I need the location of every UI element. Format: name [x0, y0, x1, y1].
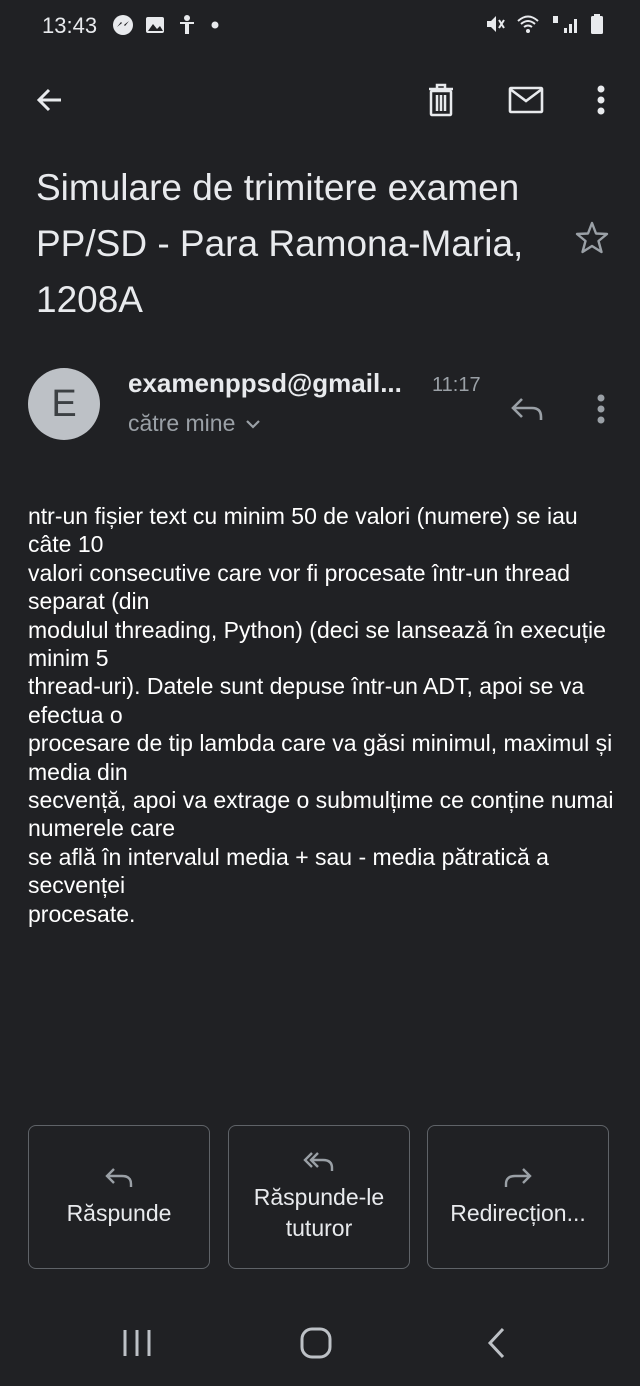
- more-vertical-icon: [597, 85, 605, 115]
- arrow-back-icon: [36, 88, 61, 112]
- sender-row: E examenppsd@gmail... 11:17 către mine: [0, 360, 640, 460]
- reply-all-icon: [303, 1152, 334, 1171]
- chevron-left-icon: [487, 1327, 505, 1359]
- reply-icon-button[interactable]: [504, 386, 550, 432]
- wifi-icon: [517, 15, 539, 33]
- recipient-label: către mine: [128, 410, 236, 436]
- dot-icon: [211, 21, 219, 29]
- battery-icon: [591, 14, 603, 34]
- reply-button[interactable]: Răspunde: [28, 1125, 210, 1269]
- message-more-button[interactable]: [578, 386, 624, 432]
- body-line: valori consecutive care vor fi procesate…: [28, 559, 571, 615]
- status-time: 13:43: [42, 13, 98, 38]
- chevron-down-icon: [246, 419, 261, 429]
- recent-apps-icon: [123, 1330, 151, 1356]
- body-line: procesare de tip lambda care va găsi min…: [28, 730, 613, 785]
- back-nav-button[interactable]: [466, 1318, 526, 1368]
- top-toolbar: [0, 62, 640, 138]
- avatar[interactable]: E: [28, 368, 100, 440]
- body-line: ntr-un fișier text cu minim 50 de valori…: [28, 503, 578, 558]
- status-bar: 13:43: [0, 0, 640, 54]
- home-icon: [300, 1327, 332, 1359]
- forward-icon: [504, 1167, 532, 1187]
- delete-button[interactable]: [417, 76, 465, 124]
- body-line: se află în intervalul media + sau - medi…: [28, 843, 549, 899]
- reply-all-label: Răspunde-le tuturor: [253, 1184, 385, 1241]
- body-line: thread-uri). Datele sunt depuse într-un …: [28, 673, 585, 728]
- sender-name[interactable]: examenppsd@gmail...: [128, 368, 402, 399]
- home-button[interactable]: [286, 1318, 346, 1368]
- email-body: ntr-un fișier text cu minim 50 de valori…: [28, 502, 618, 928]
- forward-label: Redirecțion...: [450, 1199, 586, 1226]
- body-line: procesate.: [28, 900, 136, 927]
- notification-icons: [112, 14, 222, 36]
- email-subject: Simulare de trimitere examen PP/SD - Par…: [36, 167, 524, 320]
- gallery-icon: [146, 17, 164, 33]
- trash-icon: [429, 83, 453, 117]
- reply-label: Răspunde: [66, 1199, 172, 1226]
- system-icons: [484, 13, 604, 35]
- recent-apps-button[interactable]: [107, 1318, 167, 1368]
- reply-actions: Răspunde Răspunde-le tuturor Redirecțion…: [28, 1125, 612, 1271]
- mail-icon: [508, 86, 544, 114]
- reply-icon: [511, 398, 543, 420]
- more-options-button[interactable]: [577, 76, 625, 124]
- back-button[interactable]: [25, 76, 73, 124]
- reply-all-button[interactable]: Răspunde-le tuturor: [228, 1125, 410, 1269]
- accessibility-icon: [180, 15, 194, 34]
- star-button[interactable]: [574, 220, 610, 261]
- forward-button[interactable]: Redirecțion...: [427, 1125, 609, 1269]
- mute-icon: [487, 16, 505, 32]
- body-line: secvență, apoi va extrage o submulțime c…: [28, 787, 614, 842]
- mark-unread-button[interactable]: [502, 76, 550, 124]
- system-nav-bar: [0, 1300, 640, 1386]
- signal-icon: [553, 16, 577, 33]
- messenger-icon: [113, 15, 133, 35]
- recipient-details-toggle[interactable]: către mine: [128, 410, 261, 437]
- star-icon: [575, 221, 609, 254]
- body-line: modulul threading, Python) (deci se lans…: [28, 616, 606, 672]
- reply-icon: [105, 1167, 133, 1187]
- email-time: 11:17: [432, 374, 481, 396]
- more-vertical-icon: [597, 394, 605, 424]
